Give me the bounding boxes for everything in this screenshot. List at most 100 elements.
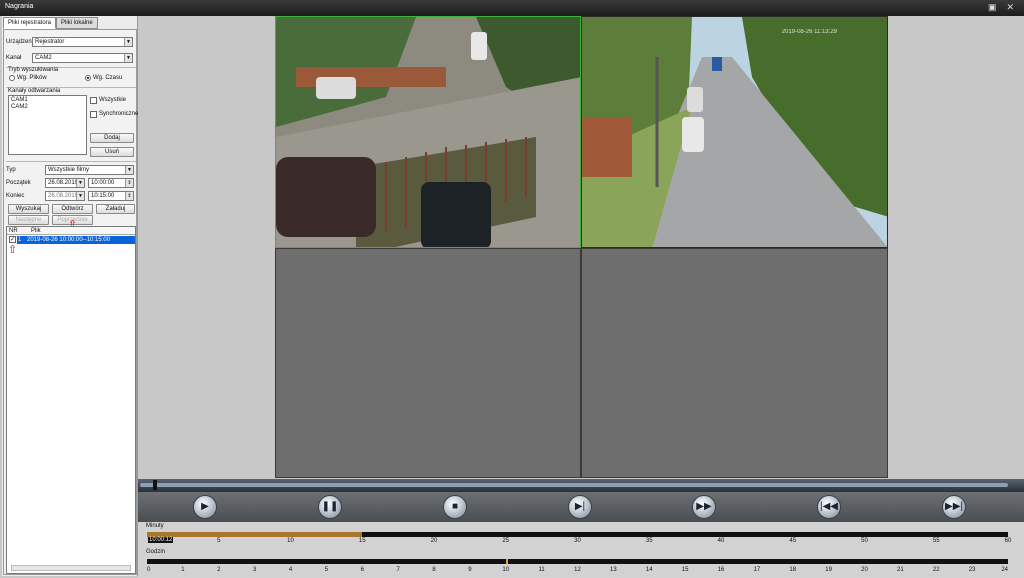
channel-list[interactable]: CAM1 CAM2 xyxy=(8,95,87,155)
minute-tick: 5 xyxy=(217,538,221,544)
minute-tick: 55 xyxy=(932,538,940,544)
row-checkbox[interactable]: ✓ xyxy=(9,236,16,243)
hour-tick: 12 xyxy=(574,567,581,573)
hour-ticks: 0 1 2 3 4 5 6 7 8 9 10 11 12 13 14 15 16 17 18 19 20 21 22 23 24 xyxy=(147,567,1008,575)
minute-tick: 30 xyxy=(574,538,581,544)
minute-ticks: 5 10 15 20 25 30 35 40 45 50 55 60 xyxy=(147,538,1011,546)
hours-bar[interactable] xyxy=(147,559,1008,564)
minute-tick: 10 xyxy=(287,538,294,544)
all-label: Wszystkie xyxy=(99,97,126,103)
hour-tick: 20 xyxy=(861,567,868,573)
camera-timestamp: 2019-08-26 11:13:29 xyxy=(781,29,837,35)
hour-tick: 2 xyxy=(217,567,221,573)
file-table: NR Plik 1 2019-08-26 10:00:00--10:15:00 … xyxy=(6,226,136,574)
minute-tick: 40 xyxy=(717,538,725,544)
camera-view-4[interactable] xyxy=(581,248,888,478)
end-time-field[interactable]: 10:15:00 ⇕ xyxy=(88,191,134,201)
channel-label: Kanał xyxy=(6,55,22,61)
download-button[interactable]: Załaduj xyxy=(96,204,135,214)
camera-view-2[interactable]: 2019-08-26 11:13:29 xyxy=(581,16,888,248)
horizontal-scrollbar[interactable] xyxy=(11,565,131,571)
playback-channels-label: Kanały odtwarzania xyxy=(8,88,61,94)
device-select[interactable]: Rejestrator ▼ xyxy=(32,37,133,47)
type-select[interactable]: Wszystkie filmy ▼ xyxy=(45,165,134,175)
hour-tick: 23 xyxy=(968,567,976,573)
annotation-arrow-icon: ⇧ xyxy=(8,244,18,256)
stop-icon[interactable]: ■ xyxy=(443,495,467,519)
chevron-down-icon: ▼ xyxy=(76,179,84,187)
chevron-down-icon: ▼ xyxy=(125,166,133,174)
minute-tick: 45 xyxy=(789,538,797,544)
hour-tick: 6 xyxy=(360,567,364,573)
next-button[interactable]: Następne xyxy=(8,215,49,225)
minute-tick: 20 xyxy=(430,538,438,544)
hour-tick: 5 xyxy=(324,567,329,573)
play-icon[interactable]: ▶ xyxy=(193,495,217,519)
open-button[interactable]: Odtwórz xyxy=(52,204,93,214)
hour-tick: 8 xyxy=(432,567,436,573)
list-item[interactable]: CAM2 xyxy=(11,104,28,110)
search-form: Urządzenie Rejestrator ▼ Kanał CAM2 ▼ Tryb… xyxy=(3,29,138,575)
hour-tick: 14 xyxy=(645,567,653,573)
seek-thumb[interactable] xyxy=(153,480,157,490)
hour-tick: 0 xyxy=(147,567,151,573)
chevron-down-icon: ▼ xyxy=(124,38,132,46)
minute-tick: 25 xyxy=(502,538,510,544)
row-nr: 1 xyxy=(18,237,22,243)
hour-tick: 21 xyxy=(897,567,904,573)
all-checkbox[interactable] xyxy=(90,97,97,104)
camera-view-3[interactable] xyxy=(275,248,581,478)
window-title: Nagrania xyxy=(5,3,34,10)
column-nr: NR xyxy=(9,228,18,234)
hour-tick: 9 xyxy=(468,567,472,573)
search-mode-label: Tryb wyszukiwania xyxy=(8,67,59,73)
tab-recorder-files[interactable]: Pliki rejestratora xyxy=(3,17,57,29)
camera-view-1[interactable] xyxy=(275,16,581,248)
list-item[interactable]: CAM1 xyxy=(11,97,28,103)
search-button[interactable]: Wyszukaj xyxy=(8,204,49,214)
row-file: 2019-08-26 10:00:00--10:15:00 xyxy=(27,237,111,243)
type-label: Typ xyxy=(6,167,16,173)
hour-tick: 1 xyxy=(181,567,185,573)
restore-icon[interactable]: ▣ xyxy=(988,2,997,13)
end-date-field[interactable]: 26.08.2019 ▼ xyxy=(45,191,85,201)
seek-track[interactable] xyxy=(140,483,1008,487)
hour-tick: 10 xyxy=(502,567,510,573)
hour-tick: 18 xyxy=(789,567,797,573)
fast-forward-icon[interactable]: ▶▶ xyxy=(692,495,716,519)
minute-tick: 15 xyxy=(358,538,366,544)
minutes-bar[interactable] xyxy=(147,532,1008,537)
skip-back-icon[interactable]: |◀◀ xyxy=(817,495,841,519)
step-forward-icon[interactable]: ▶| xyxy=(568,495,592,519)
start-date-field[interactable]: 26.08.2019 ▼ xyxy=(45,178,85,188)
sync-checkbox[interactable] xyxy=(90,111,97,118)
channel-select[interactable]: CAM2 ▼ xyxy=(32,53,133,63)
seek-bar[interactable] xyxy=(138,479,1024,492)
end-label: Koniec xyxy=(6,193,25,199)
table-row[interactable]: 1 2019-08-26 10:00:00--10:15:00 xyxy=(17,236,135,244)
pause-icon[interactable]: ❚❚ xyxy=(318,495,342,519)
close-icon[interactable]: ✕ xyxy=(1006,2,1014,13)
hours-label: Godzin xyxy=(146,549,166,555)
by-files-radio[interactable] xyxy=(9,75,15,81)
spinner-icon: ⇕ xyxy=(125,192,133,200)
tab-local-files[interactable]: Pliki lokalne xyxy=(56,17,98,29)
chevron-down-icon: ▼ xyxy=(124,54,132,62)
minutes-label: Minuty xyxy=(146,523,164,529)
hour-tick: 24 xyxy=(1001,567,1008,573)
minute-tick: 60 xyxy=(1004,538,1012,544)
title-bar: Nagrania ▣ ✕ xyxy=(0,0,1024,16)
by-time-radio[interactable] xyxy=(85,75,91,81)
add-button[interactable]: Dodaj xyxy=(90,133,134,143)
recorded-segment xyxy=(147,532,363,537)
start-time-field[interactable]: 10:00:00 ⇕ xyxy=(88,178,134,188)
hour-tick: 3 xyxy=(252,567,257,573)
minute-tick: 35 xyxy=(645,538,653,544)
current-hour-marker xyxy=(505,559,508,564)
search-panel: Pliki rejestratora Pliki lokalne Urządze… xyxy=(2,16,138,576)
hour-tick: 15 xyxy=(681,567,689,573)
skip-forward-icon[interactable]: ▶▶| xyxy=(942,495,966,519)
playback-controls: ▶ ❚❚ ■ ▶| ▶▶ |◀◀ ▶▶| xyxy=(138,492,1024,522)
hour-tick: 11 xyxy=(538,567,545,573)
remove-button[interactable]: Usuń xyxy=(90,147,134,157)
